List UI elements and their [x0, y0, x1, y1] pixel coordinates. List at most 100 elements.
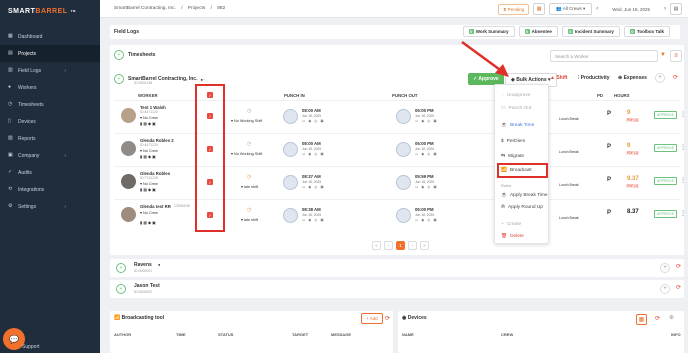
current-page[interactable]: 1: [396, 241, 405, 250]
add-circle-icon[interactable]: +: [660, 284, 670, 294]
add-circle-icon[interactable]: +: [116, 263, 126, 273]
calendar-picker-icon[interactable]: ▤: [670, 3, 682, 15]
breadcrumb-company[interactable]: SmartBarrel Contracting, Inc.: [114, 6, 176, 11]
crews-select[interactable]: 👥 All Crews ▾: [549, 3, 593, 15]
absentee-button[interactable]: 0 Absentee: [518, 26, 558, 37]
punch-out-cell[interactable]: 05:00 PM Jun 18, 2025 ▭ ◉ ◎ ▣: [396, 105, 444, 129]
sidebar-item-dashboard[interactable]: ▦ Dashboard: [0, 28, 100, 45]
add-circle-icon[interactable]: +: [660, 263, 670, 273]
shift-info[interactable]: ▾ late shift: [241, 184, 258, 189]
sidebar-item-integrations[interactable]: ⟲ Integrations: [0, 181, 100, 198]
pd-value[interactable]: P: [607, 111, 611, 117]
sidebar-item-workers[interactable]: ● Workers: [0, 79, 100, 96]
worker-search-input[interactable]: Search a Worker: [550, 50, 658, 62]
row-more-icon[interactable]: ⋮: [680, 177, 686, 184]
next-date-icon[interactable]: ›: [664, 6, 666, 12]
row-approve-button[interactable]: APPROVE: [654, 111, 677, 119]
row-approve-button[interactable]: APPROVE: [654, 177, 677, 185]
refresh-icon[interactable]: ⟳: [676, 284, 681, 291]
brand-logo[interactable]: SMART BARREL TM: [0, 0, 100, 22]
pending-button[interactable]: ⧗ Pending: [498, 3, 530, 15]
punch-photo: [396, 208, 411, 223]
menu-item-delete[interactable]: 🗑 Delete: [501, 234, 524, 239]
productivity-button[interactable]: ⫶ Productivity: [578, 75, 610, 81]
team-group-jason-test[interactable]: + Jason Test ID:0000002 + ⟳: [110, 280, 684, 298]
refresh-icon[interactable]: ⟳: [676, 263, 681, 270]
punch-out-cell[interactable]: 05:00 PM Jun 18, 2025 ▭ ◉ ◎ ▣: [396, 138, 444, 162]
punch-in-cell[interactable]: 08:00 AM Jun 18, 2025 ▭ ◉ ◎ ▣: [283, 138, 331, 162]
prev-date-icon[interactable]: ‹: [596, 6, 598, 12]
add-circle-icon[interactable]: +: [116, 284, 126, 294]
sidebar-item-audits[interactable]: ✓ Audits: [0, 164, 100, 181]
punch-in-cell[interactable]: 08:38 AM Jun 18, 2025 ▭ ◉ ◎ ▣: [283, 204, 331, 228]
add-broadcast-button[interactable]: + Add: [361, 313, 383, 324]
pd-value[interactable]: P: [607, 177, 611, 183]
row-more-icon[interactable]: ⋮: [680, 210, 686, 217]
incident-summary-button[interactable]: 0 Incident Summary: [561, 26, 620, 37]
menu-item-apply-break-time[interactable]: ☕ Apply Break Time: [501, 193, 548, 198]
sidebar-item-reports[interactable]: ▧ Reports: [0, 130, 100, 147]
menu-item-unapprove[interactable]: ◌ Unapprove: [501, 93, 530, 98]
next-page-icon[interactable]: ›: [408, 241, 417, 250]
breadcrumb-separator: /: [181, 6, 183, 11]
support-label[interactable]: Support: [22, 344, 40, 350]
grid-view-icon[interactable]: ▦: [636, 314, 647, 325]
menu-item-punch-out[interactable]: ▭ Punch Out: [501, 106, 531, 111]
expenses-button[interactable]: ⊕ Expenses: [618, 75, 647, 81]
punch-out-cell[interactable]: 05:00 PM Jun 18, 2025 ▭ ◉ ◎ ▣: [396, 204, 444, 228]
trash-icon: 🗑: [501, 234, 508, 239]
row-approve-button[interactable]: APPROVE: [654, 210, 677, 218]
menu-item-break-time[interactable]: ☕ Break Time: [501, 123, 534, 128]
calendar-icon[interactable]: ▦: [533, 3, 546, 15]
sidebar-item-settings[interactable]: ⚙ Settings ‹: [0, 198, 100, 215]
last-page-icon[interactable]: »: [420, 241, 429, 250]
more-icon[interactable]: ●··: [200, 77, 205, 82]
worker-icons: ▮▦◆▣: [140, 121, 157, 126]
date-display[interactable]: Wed, Jun 18, 2025: [602, 5, 660, 14]
menu-item-perdiem[interactable]: $ PerDiem: [501, 139, 525, 144]
sidebar-item-devices[interactable]: ▯ Devices: [0, 113, 100, 130]
company-id: ID:0000138: [134, 81, 153, 85]
refresh-icon[interactable]: ⟳: [385, 315, 390, 322]
menu-item-migrate[interactable]: ⇆ Migrate: [501, 154, 524, 159]
menu-item-apply-round-up[interactable]: ⟰ Apply Round Up: [501, 205, 543, 210]
shift-info[interactable]: ▾ No Working Shift: [231, 151, 262, 156]
shift-info[interactable]: ▾ late shift: [241, 217, 258, 222]
work-summary-button[interactable]: 0 Work Summary: [462, 26, 515, 37]
shift-info[interactable]: ▾ No Working Shift: [231, 118, 262, 123]
prev-page-icon[interactable]: ‹: [384, 241, 393, 250]
toolbox-talk-button[interactable]: 0 Toolbox Talk: [623, 26, 670, 37]
refresh-icon[interactable]: ⟳: [655, 315, 660, 322]
add-circle-icon[interactable]: +: [114, 74, 124, 84]
sidebar-item-company[interactable]: ▣ Company ‹: [0, 147, 100, 164]
perdiem-icon: $: [501, 139, 504, 144]
sidebar-item-field-logs[interactable]: ▥ Field Logs ‹: [0, 62, 100, 79]
add-circle-icon[interactable]: +: [114, 50, 124, 60]
row-approve-button[interactable]: APPROVE: [654, 144, 677, 152]
pd-value[interactable]: P: [607, 210, 611, 216]
pd-value[interactable]: P: [607, 144, 611, 150]
punch-in-cell[interactable]: 08:37 AM Jun 18, 2025 ▭ ◉ ◎ ▣: [283, 171, 331, 195]
row-more-icon[interactable]: ⋮: [680, 144, 686, 151]
sidebar-item-timesheets[interactable]: ◷ Timesheets: [0, 96, 100, 113]
punch-out-cell[interactable]: 05:59 PM Jun 18, 2025 ▭ ◉ ◎ ▣: [396, 171, 444, 195]
field-logs-title: Field Logs: [114, 29, 139, 35]
refresh-icon[interactable]: ⟳: [673, 74, 678, 81]
add-circle-icon[interactable]: ⊕: [669, 314, 674, 321]
more-icon[interactable]: ●: [158, 262, 160, 267]
team-group-ravens[interactable]: + Ravens ● ID:0000001 + ⟳: [110, 259, 684, 277]
punch-in-cell[interactable]: 08:00 AM Jun 18, 2025 ▭ ◉ ◎ ▣: [283, 105, 331, 129]
shift-button[interactable]: ▲ Shift: [550, 75, 567, 81]
chevron-left-icon: ‹: [64, 152, 66, 159]
filter-icon[interactable]: ▼: [660, 52, 666, 58]
lunch-break-label: Lunch Break: [559, 216, 579, 220]
menu-item-create[interactable]: + Create: [501, 222, 521, 227]
group-icon: 👥: [556, 6, 563, 11]
first-page-icon[interactable]: «: [372, 241, 381, 250]
sidebar-item-projects[interactable]: ▤ Projects: [0, 45, 100, 62]
breadcrumb-projects[interactable]: Projects: [188, 6, 205, 11]
add-circle-icon[interactable]: +: [655, 73, 665, 83]
row-more-icon[interactable]: ⋮: [680, 111, 686, 118]
list-icon[interactable]: ≡: [670, 50, 682, 62]
worker-name[interactable]: Glenda test RR: [140, 204, 171, 209]
